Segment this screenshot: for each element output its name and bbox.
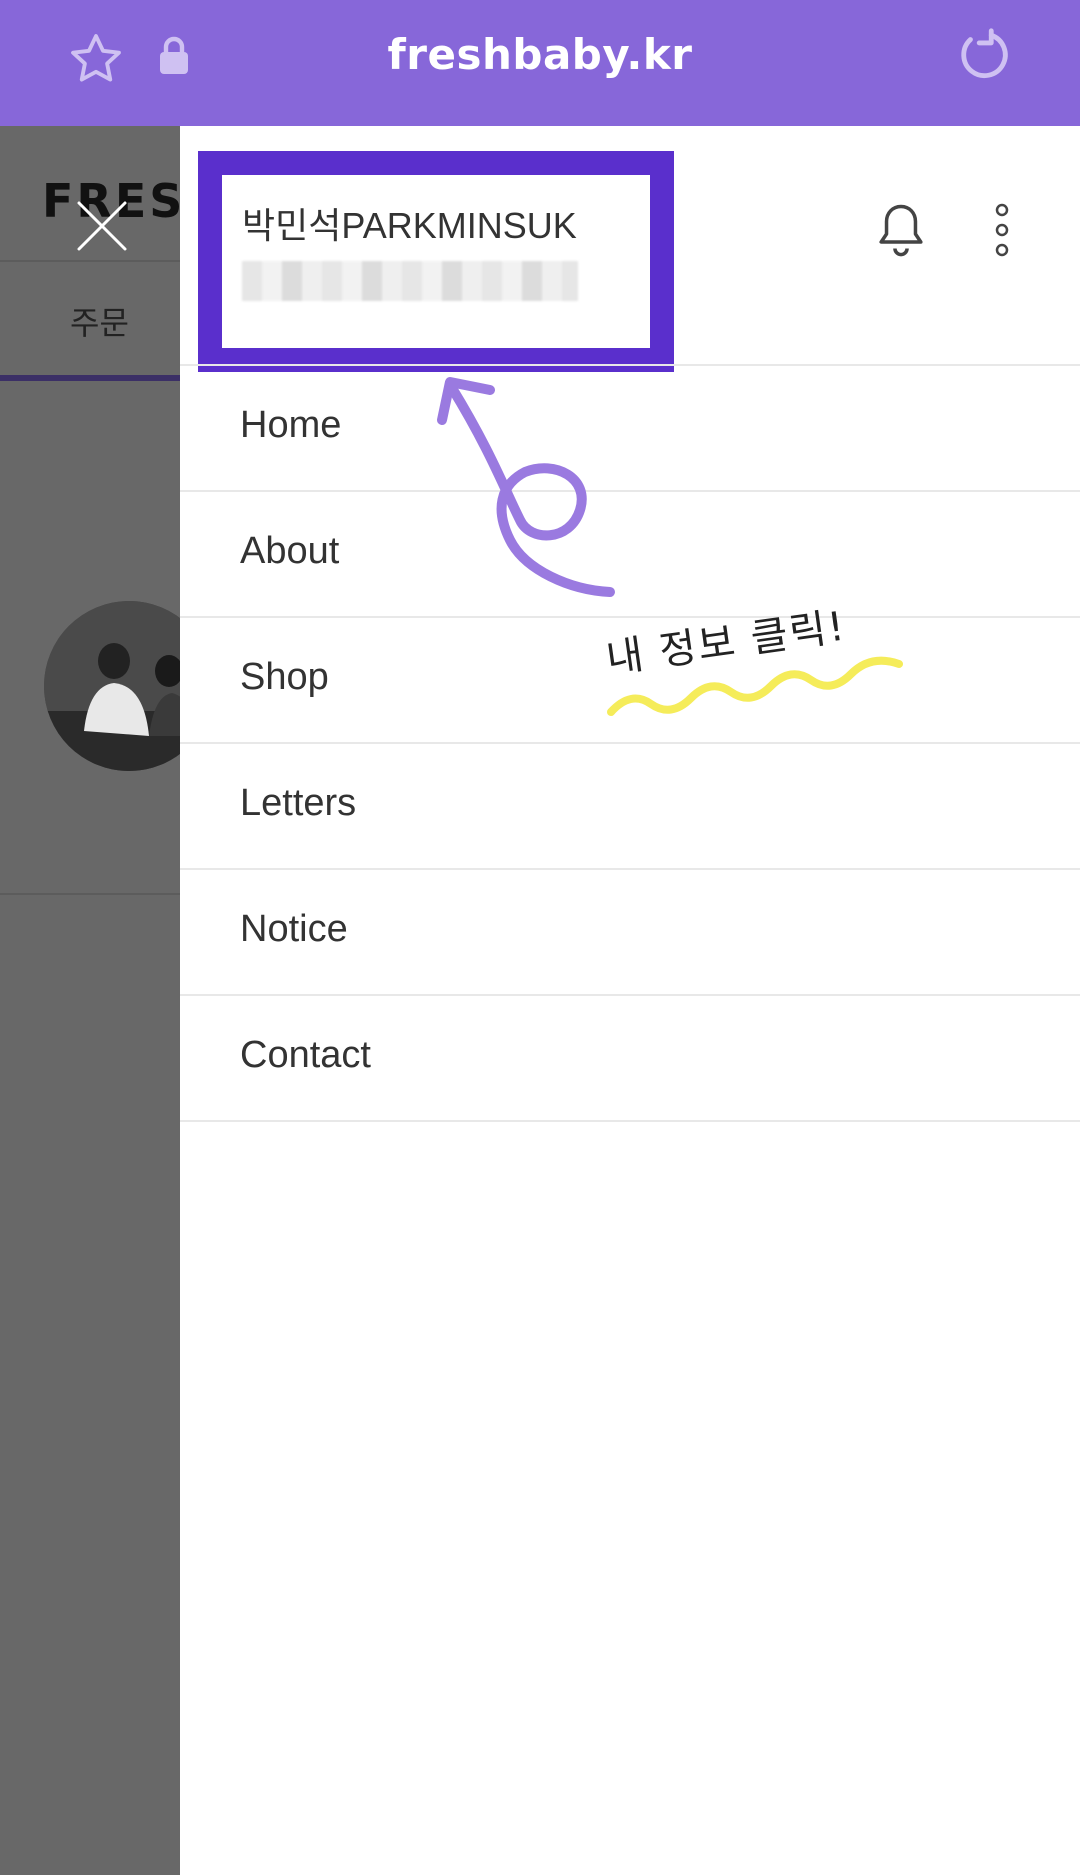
divider (0, 260, 180, 262)
profile-email-redacted (242, 261, 578, 301)
menu-item-letters[interactable]: Letters (180, 742, 1080, 868)
more-vertical-icon[interactable] (992, 202, 1012, 258)
tab-order[interactable]: 주문 (70, 298, 129, 344)
background-page: FRESH 주문 (0, 126, 224, 1875)
menu-item-contact[interactable]: Contact (180, 994, 1080, 1122)
browser-address-bar: freshbaby.kr (0, 0, 1080, 126)
wavy-underline (607, 656, 903, 716)
divider (0, 893, 180, 895)
url-text[interactable]: freshbaby.kr (0, 30, 1080, 79)
close-icon[interactable] (76, 200, 128, 252)
menu-item-label: Letters (240, 782, 357, 824)
menu-item-notice[interactable]: Notice (180, 868, 1080, 994)
menu-item-label: Shop (240, 656, 329, 698)
profile-card[interactable]: 박민석PARKMINSUK (198, 151, 674, 372)
tab-indicator (0, 375, 180, 381)
menu-item-label: Contact (240, 1034, 371, 1076)
menu-item-label: Notice (240, 908, 348, 950)
reload-icon[interactable] (955, 26, 1013, 84)
menu-item-label: Home (240, 404, 342, 446)
menu-item-label: About (240, 530, 340, 572)
profile-name[interactable]: 박민석PARKMINSUK (242, 197, 577, 249)
bell-icon[interactable] (873, 200, 929, 262)
curly-arrow-annotation (437, 377, 615, 597)
menu-item-home[interactable]: Home (180, 364, 1080, 490)
navigation-drawer: 박민석PARKMINSUK Home About Shop Letters No… (180, 126, 1080, 1875)
menu-item-about[interactable]: About (180, 490, 1080, 616)
drawer-menu: Home About Shop Letters Notice Contact (180, 364, 1080, 1122)
